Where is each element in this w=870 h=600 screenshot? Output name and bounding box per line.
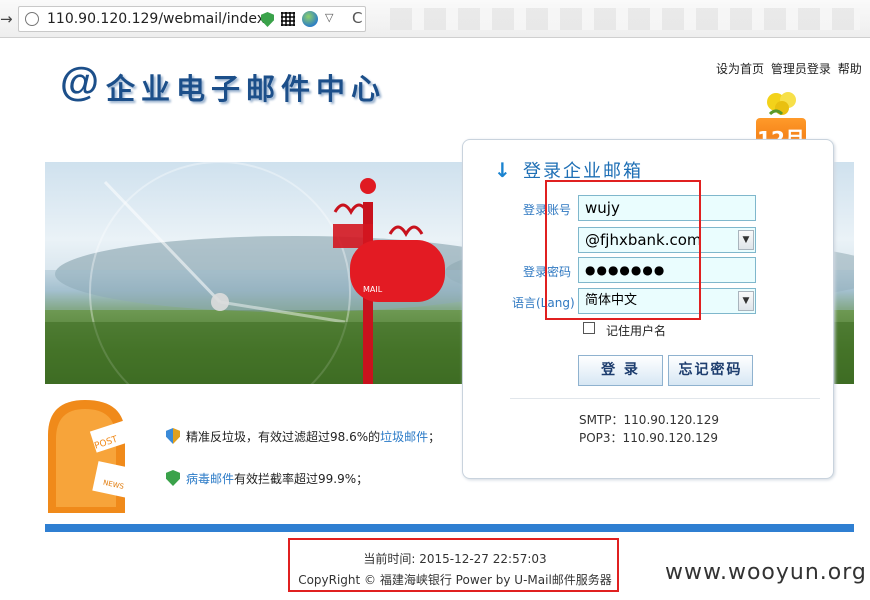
page-title: 企业电子邮件中心: [106, 72, 387, 106]
browser-toolbar: → 110.90.120.129/webmail/index ▽ C: [0, 0, 870, 38]
url-text[interactable]: 110.90.120.129/webmail/index: [47, 11, 265, 27]
watermark: www.wooyun.org: [665, 560, 867, 585]
forward-arrow-icon[interactable]: →: [0, 9, 14, 29]
check-shield-icon: [166, 470, 180, 486]
qr-code-icon[interactable]: [281, 12, 295, 26]
forgot-password-button[interactable]: 忘记密码: [668, 355, 753, 386]
page-info-icon[interactable]: [25, 12, 39, 26]
link-admin-login[interactable]: 管理员登录: [771, 62, 831, 76]
address-bar[interactable]: 110.90.120.129/webmail/index ▽: [18, 6, 366, 32]
chevron-down-icon[interactable]: ▼: [738, 230, 754, 250]
link-help[interactable]: 帮助: [838, 62, 862, 76]
footer-bar: [45, 524, 854, 532]
feature-antivirus: 病毒邮件有效拦截率超过99.9%；: [186, 472, 369, 486]
divider: [510, 398, 820, 399]
pop3-info: POP3：110.90.120.129: [579, 431, 718, 445]
svg-text:MAIL: MAIL: [363, 285, 383, 294]
blurred-tabs: [390, 8, 860, 30]
feature-antispam: 精准反垃圾，有效过滤超过98.6%的垃圾邮件；: [186, 430, 441, 444]
logo-at-symbol: @: [60, 60, 100, 104]
shield-icon: [166, 428, 180, 444]
login-button[interactable]: 登 录: [578, 355, 663, 386]
down-arrow-icon: ↓: [494, 158, 511, 182]
highlight-box-credentials: [545, 180, 701, 320]
flower-icon: [767, 92, 796, 116]
postbox-icon: POST NEWS: [48, 400, 138, 513]
spam-mail-link[interactable]: 垃圾邮件: [380, 430, 428, 444]
copyright: CopyRight © 福建海峡银行 Power by U-Mail邮件服务器: [298, 573, 612, 587]
top-links: 设为首页 管理员登录 帮助: [716, 60, 865, 77]
link-set-homepage[interactable]: 设为首页: [716, 62, 764, 76]
remember-label: 记住用户名: [606, 324, 667, 338]
reload-icon[interactable]: C: [352, 9, 362, 27]
current-time: 当前时间: 2015-12-27 22:57:03: [363, 552, 547, 566]
address-dropdown-icon[interactable]: ▽: [325, 11, 333, 24]
virus-mail-link[interactable]: 病毒邮件: [186, 472, 234, 486]
chevron-down-icon[interactable]: ▼: [738, 291, 754, 311]
smtp-info: SMTP：110.90.120.129: [579, 413, 719, 427]
remember-checkbox[interactable]: [583, 322, 595, 334]
globe-icon[interactable]: [302, 11, 318, 27]
